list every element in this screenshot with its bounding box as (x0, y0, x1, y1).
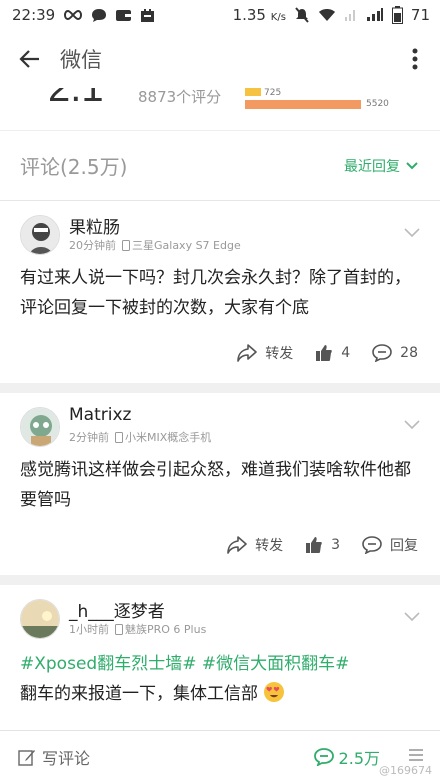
arrow-left-icon (19, 50, 39, 68)
sort-dropdown[interactable]: 最近回复 (344, 156, 418, 176)
menu-icon (409, 749, 423, 761)
reply-button[interactable]: 28 (372, 344, 418, 362)
comment-device: 小米MIX概念手机 (115, 429, 211, 445)
like-button[interactable]: 3 (305, 536, 340, 554)
rating-count: 8873个评分 (138, 88, 222, 106)
comment-author[interactable]: _h___逐梦者 (69, 597, 165, 622)
chat-bubble-icon (91, 8, 107, 23)
like-count: 3 (331, 537, 340, 553)
thumbs-up-icon (316, 345, 332, 361)
comment-tags: #Xposed翻车烈士墙# #微信大面积翻车# (20, 649, 420, 679)
reply-count: 28 (400, 345, 418, 361)
comment-time: 1小时前 (69, 623, 109, 636)
comment-time: 20分钟前 (69, 239, 116, 252)
rating-bar-small-value: 725 (264, 88, 282, 98)
write-comment-button[interactable]: 写评论 (18, 745, 90, 769)
signal-empty-icon (344, 8, 358, 22)
comment-menu-button[interactable] (404, 607, 420, 626)
battery-icon (391, 6, 403, 24)
comment-author[interactable]: 果粒肠 (69, 213, 120, 238)
phone-icon (115, 623, 123, 635)
comment-icon (313, 747, 334, 766)
comment-author[interactable]: Matrixz (69, 405, 131, 425)
rating-summary: 2.1 8873个评分 725 5520 (0, 88, 440, 130)
infinity-icon (63, 9, 83, 21)
share-button[interactable]: 转发 (227, 535, 283, 555)
comment-actions: 转发 3 回复 (227, 535, 418, 555)
like-count: 4 (341, 345, 351, 361)
status-time: 22:39 (12, 6, 56, 24)
signal-icon (366, 8, 384, 22)
comment-item: Matrixz 2分钟前 小米MIX概念手机 感觉腾讯这样做会引起众怒，难道我们… (0, 393, 440, 575)
comment-text: 翻车的来报道一下，集体工信部 (20, 679, 420, 709)
phone-icon (115, 431, 123, 443)
emoji-heart-eyes-icon (264, 682, 285, 702)
edit-icon (18, 749, 35, 766)
comment-count-button[interactable]: 2.5万 (313, 745, 380, 769)
comment-actions: 转发 4 28 (237, 343, 418, 363)
avatar[interactable] (20, 215, 60, 255)
rating-bar-small (245, 88, 261, 96)
comment-meta: 20分钟前 三星Galaxy S7 Edge (69, 237, 241, 253)
rating-bar-large (245, 100, 361, 109)
comments-header: 评论(2.5万) 最近回复 (0, 130, 440, 200)
back-button[interactable] (0, 30, 60, 88)
share-label: 转发 (255, 538, 284, 554)
share-icon (227, 536, 247, 554)
thumbs-up-icon (306, 537, 322, 553)
comment-count: 2.5万 (338, 748, 380, 768)
comment-device: 魅族PRO 6 Plus (115, 621, 206, 637)
comment-text: 有过来人说一下吗？封几次会永久封？除了首封的，评论回复一下被封的次数，大家有个底 (20, 268, 411, 318)
phone-icon (122, 239, 130, 251)
app-bar: 微信 (0, 30, 440, 88)
chevron-down-icon (404, 420, 420, 430)
comment-text: 感觉腾讯这样做会引起众怒，难道我们装啥软件他都要管吗 (20, 460, 411, 510)
chevron-down-icon (406, 161, 418, 169)
comment-menu-button[interactable] (404, 223, 420, 242)
page-title: 微信 (60, 48, 102, 72)
comment-icon (362, 536, 382, 554)
comment-time: 2分钟前 (69, 431, 109, 444)
rating-score: 2.1 (48, 88, 104, 110)
reply-button[interactable]: 回复 (362, 535, 418, 555)
wallet-icon (115, 8, 132, 22)
bottom-bar: 写评论 2.5万 (0, 730, 440, 782)
comment-meta: 1小时前 魅族PRO 6 Plus (69, 621, 206, 637)
battery-level: 71 (410, 6, 430, 24)
divider (0, 383, 440, 393)
more-vertical-icon (412, 48, 418, 70)
comments-title: 评论(2.5万) (20, 155, 128, 179)
share-label: 转发 (265, 346, 294, 362)
network-speed: 1.35 K/s (232, 6, 286, 24)
status-bar: 22:39 1.35 K/s 71 (0, 0, 440, 30)
share-button[interactable]: 转发 (237, 343, 293, 363)
comment-item: _h___逐梦者 1小时前 魅族PRO 6 Plus #Xposed翻车烈士墙#… (0, 585, 440, 730)
avatar[interactable] (20, 599, 60, 639)
comment-item: 果粒肠 20分钟前 三星Galaxy S7 Edge 有过来人说一下吗？封几次会… (0, 201, 440, 383)
sort-label: 最近回复 (344, 158, 400, 175)
like-button[interactable]: 4 (315, 344, 350, 362)
divider (0, 575, 440, 585)
watermark: @169674 (379, 764, 432, 777)
avatar[interactable] (20, 407, 60, 447)
write-comment-label: 写评论 (42, 748, 91, 768)
share-icon (237, 344, 258, 362)
chevron-down-icon (404, 612, 420, 622)
calendar-icon (140, 8, 155, 23)
comment-meta: 2分钟前 小米MIX概念手机 (69, 429, 211, 445)
comment-icon (372, 344, 392, 362)
mute-icon (294, 7, 310, 23)
comment-menu-button[interactable] (404, 415, 420, 434)
wifi-icon (318, 8, 336, 22)
more-options-button[interactable] (390, 30, 440, 88)
chevron-down-icon (404, 228, 420, 238)
reply-label: 回复 (390, 538, 418, 554)
rating-bar-large-value: 5520 (366, 99, 389, 109)
topic-tags[interactable]: #Xposed翻车烈士墙# #微信大面积翻车# (20, 654, 349, 674)
comment-device: 三星Galaxy S7 Edge (122, 237, 241, 253)
